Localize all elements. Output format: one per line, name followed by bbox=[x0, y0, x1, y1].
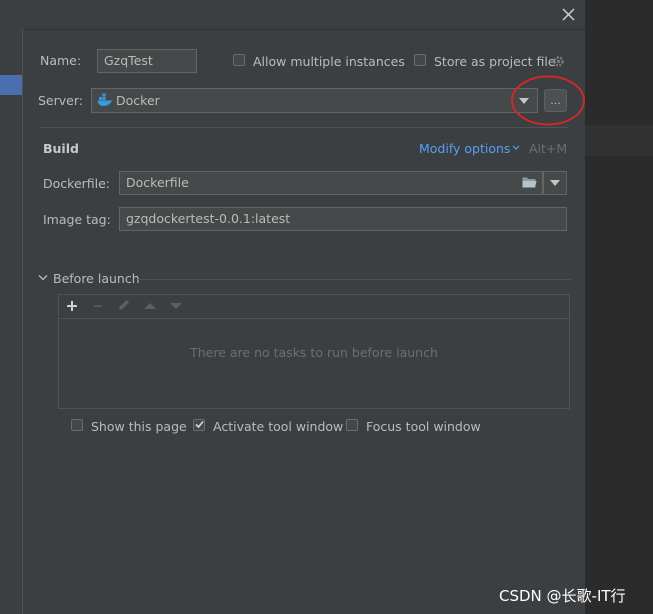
store-project-file-label[interactable]: Store as project file bbox=[434, 54, 556, 69]
toolbar-separator bbox=[59, 318, 569, 319]
server-value: Docker bbox=[116, 93, 160, 108]
store-project-file-checkbox[interactable] bbox=[414, 54, 426, 66]
selected-tree-item[interactable] bbox=[0, 75, 22, 95]
chevron-down-icon[interactable] bbox=[512, 145, 520, 151]
modify-options-link[interactable]: Modify options bbox=[419, 141, 510, 156]
focus-tool-label[interactable]: Focus tool window bbox=[366, 419, 481, 434]
activate-tool-checkbox[interactable] bbox=[193, 419, 205, 431]
folder-icon[interactable] bbox=[522, 176, 537, 189]
arrow-up-icon[interactable] bbox=[143, 301, 157, 310]
before-launch-separator bbox=[138, 279, 571, 280]
before-launch-title: Before launch bbox=[53, 271, 140, 286]
allow-multiple-label[interactable]: Allow multiple instances bbox=[253, 54, 405, 69]
check-icon bbox=[195, 420, 204, 429]
plus-icon[interactable] bbox=[66, 300, 78, 312]
dockerfile-label: Dockerfile: bbox=[43, 176, 111, 191]
separator bbox=[40, 127, 568, 128]
image-tag-input[interactable]: gzqdockertest-0.0.1:latest bbox=[119, 207, 567, 231]
arrow-down-icon[interactable] bbox=[169, 301, 183, 310]
image-tag-label: Image tag: bbox=[43, 212, 111, 227]
dockerfile-input[interactable]: Dockerfile bbox=[119, 171, 543, 195]
name-input[interactable]: GzqTest bbox=[97, 49, 197, 73]
collapse-chevron-icon[interactable] bbox=[38, 274, 48, 282]
allow-multiple-checkbox[interactable] bbox=[233, 54, 245, 66]
configuration-tree-panel bbox=[0, 29, 23, 614]
show-page-label[interactable]: Show this page bbox=[91, 419, 187, 434]
minus-icon[interactable] bbox=[92, 300, 104, 312]
activate-tool-label[interactable]: Activate tool window bbox=[213, 419, 343, 434]
before-launch-header[interactable]: Before launch bbox=[53, 271, 140, 286]
editor-background-stripe bbox=[585, 125, 653, 156]
dockerfile-dropdown-arrow-icon[interactable] bbox=[550, 180, 560, 186]
dialog-title-bar bbox=[0, 0, 585, 30]
modify-options-shortcut: Alt+M bbox=[529, 141, 568, 156]
docker-whale-icon bbox=[97, 93, 113, 106]
focus-tool-checkbox[interactable] bbox=[346, 419, 358, 431]
gear-icon[interactable] bbox=[552, 55, 565, 68]
server-label: Server: bbox=[38, 93, 83, 108]
empty-tasks-text: There are no tasks to run before launch bbox=[190, 345, 438, 360]
close-icon[interactable] bbox=[562, 8, 575, 21]
name-label: Name: bbox=[40, 53, 82, 68]
server-select[interactable]: Docker bbox=[91, 88, 538, 113]
show-page-checkbox[interactable] bbox=[71, 419, 83, 431]
build-header: Build bbox=[43, 141, 79, 156]
highlight-annotation-circle bbox=[511, 75, 585, 126]
pencil-icon[interactable] bbox=[117, 298, 131, 312]
watermark-text: CSDN @长歌-IT行 bbox=[499, 587, 626, 605]
